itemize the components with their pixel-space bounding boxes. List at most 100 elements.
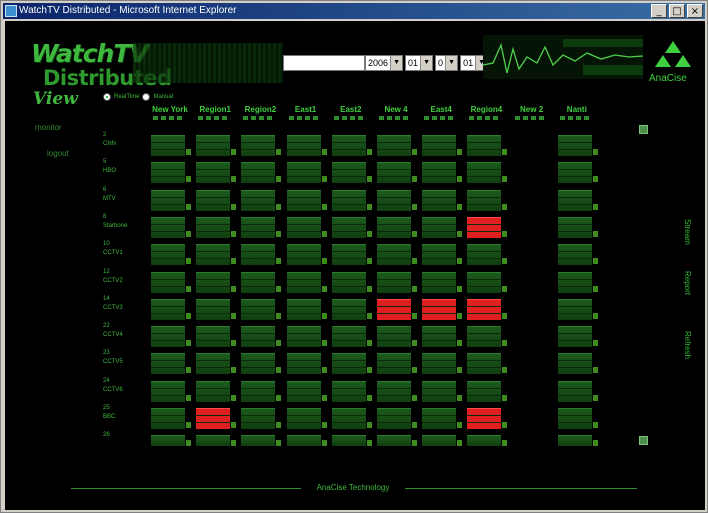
channel-cell[interactable] <box>467 271 508 293</box>
channel-cell[interactable] <box>241 326 282 348</box>
channel-cell[interactable] <box>422 380 463 402</box>
channel-cell[interactable] <box>151 244 191 266</box>
channel-cell[interactable] <box>286 380 327 402</box>
channel-cell[interactable] <box>331 298 372 320</box>
channel-cell-alert[interactable] <box>196 408 237 429</box>
column-header[interactable]: New 2 <box>509 105 555 114</box>
channel-cell[interactable] <box>467 353 508 375</box>
channel-cell[interactable] <box>286 216 327 238</box>
channel-cell[interactable] <box>241 435 282 447</box>
column-header[interactable]: New 4 <box>373 105 419 114</box>
channel-cell[interactable] <box>151 271 191 293</box>
column-header[interactable]: East4 <box>418 105 464 114</box>
channel-cell[interactable] <box>151 353 191 375</box>
channel-cell[interactable] <box>241 271 282 293</box>
channel-cell[interactable] <box>422 353 463 375</box>
channel-cell[interactable] <box>196 162 237 184</box>
channel-cell[interactable] <box>151 408 191 429</box>
channel-cell[interactable] <box>331 216 372 238</box>
manual-radio[interactable] <box>142 93 151 101</box>
channel-cell[interactable] <box>331 435 372 447</box>
channel-cell[interactable] <box>331 244 372 266</box>
channel-cell[interactable] <box>286 244 327 266</box>
channel-cell[interactable] <box>331 408 372 429</box>
channel-cell[interactable] <box>422 162 463 184</box>
channel-cell[interactable] <box>557 408 598 429</box>
chevron-down-icon[interactable]: ▼ <box>445 56 458 70</box>
nav-logout[interactable]: logout <box>47 149 69 158</box>
channel-cell[interactable] <box>331 326 372 348</box>
month-select[interactable]: 01 ▼ <box>405 55 434 71</box>
channel-cell[interactable] <box>196 244 237 266</box>
column-header[interactable]: East1 <box>283 105 329 114</box>
channel-cell[interactable] <box>377 216 417 238</box>
channel-cell[interactable] <box>557 216 598 238</box>
realtime-radio[interactable] <box>103 93 111 101</box>
chevron-down-icon[interactable]: ▼ <box>390 56 403 70</box>
channel-cell[interactable] <box>422 216 463 238</box>
stream-link[interactable]: Stream <box>683 219 692 245</box>
channel-cell[interactable] <box>557 189 598 211</box>
column-header[interactable]: Region2 <box>237 105 283 114</box>
channel-cell[interactable] <box>467 326 508 348</box>
chevron-down-icon[interactable]: ▼ <box>420 56 433 70</box>
channel-cell[interactable] <box>286 435 327 447</box>
channel-cell[interactable] <box>557 244 598 266</box>
channel-cell[interactable] <box>377 326 417 348</box>
channel-cell[interactable] <box>151 189 191 211</box>
channel-cell[interactable] <box>151 298 191 320</box>
channel-cell-alert[interactable] <box>467 298 508 320</box>
channel-cell[interactable] <box>422 244 463 266</box>
channel-cell[interactable] <box>377 408 417 429</box>
scroll-up-button[interactable] <box>639 125 648 134</box>
header-input-field[interactable] <box>283 55 365 71</box>
channel-cell[interactable] <box>196 298 237 320</box>
channel-cell[interactable] <box>241 298 282 320</box>
scroll-down-button[interactable] <box>639 436 648 445</box>
channel-cell[interactable] <box>557 435 598 447</box>
channel-cell[interactable] <box>331 135 372 156</box>
channel-cell-alert[interactable] <box>377 298 417 320</box>
channel-cell[interactable] <box>196 326 237 348</box>
channel-cell[interactable] <box>557 271 598 293</box>
channel-cell[interactable] <box>377 380 417 402</box>
channel-cell[interactable] <box>286 326 327 348</box>
channel-cell[interactable] <box>377 244 417 266</box>
footer-link[interactable]: AnaCise Technology <box>301 483 405 492</box>
channel-cell[interactable] <box>151 380 191 402</box>
channel-cell[interactable] <box>377 353 417 375</box>
channel-cell[interactable] <box>377 189 417 211</box>
channel-cell[interactable] <box>196 189 237 211</box>
channel-cell[interactable] <box>196 435 237 447</box>
channel-cell[interactable] <box>377 162 417 184</box>
channel-cell[interactable] <box>241 216 282 238</box>
channel-cell[interactable] <box>557 135 598 156</box>
channel-cell[interactable] <box>422 135 463 156</box>
channel-cell[interactable] <box>286 408 327 429</box>
channel-cell[interactable] <box>331 162 372 184</box>
column-header[interactable]: East2 <box>328 105 374 114</box>
column-header[interactable]: Nanti <box>554 105 600 114</box>
channel-cell[interactable] <box>467 189 508 211</box>
channel-cell-alert[interactable] <box>422 298 463 320</box>
channel-cell[interactable] <box>467 162 508 184</box>
refresh-link[interactable]: Refresh <box>683 331 692 359</box>
channel-cell[interactable] <box>286 162 327 184</box>
report-link[interactable]: Report <box>683 271 692 295</box>
channel-cell[interactable] <box>557 326 598 348</box>
channel-cell[interactable] <box>286 189 327 211</box>
channel-cell[interactable] <box>241 408 282 429</box>
channel-cell[interactable] <box>422 408 463 429</box>
channel-cell[interactable] <box>467 244 508 266</box>
channel-cell[interactable] <box>241 380 282 402</box>
channel-cell[interactable] <box>241 244 282 266</box>
channel-cell[interactable] <box>286 353 327 375</box>
channel-cell[interactable] <box>286 271 327 293</box>
channel-cell[interactable] <box>196 271 237 293</box>
nav-monitor[interactable]: monitor <box>35 123 62 132</box>
channel-cell[interactable] <box>422 271 463 293</box>
minimize-button[interactable]: _ <box>651 4 667 18</box>
maximize-button[interactable]: □ <box>669 4 685 18</box>
channel-cell[interactable] <box>557 162 598 184</box>
column-header[interactable]: Region1 <box>192 105 238 114</box>
